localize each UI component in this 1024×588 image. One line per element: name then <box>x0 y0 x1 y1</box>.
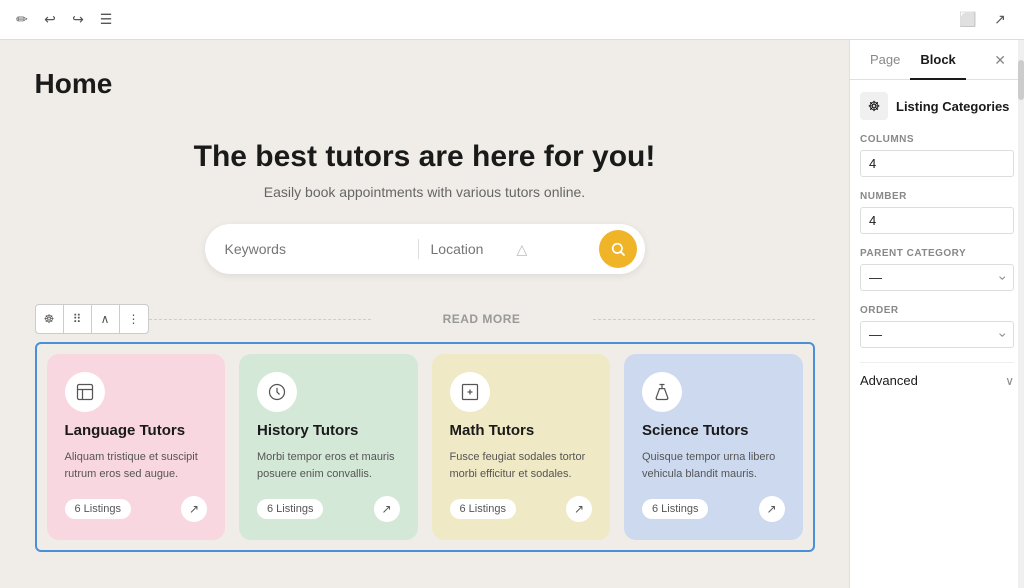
edit-icon[interactable]: ✏ <box>12 10 32 30</box>
search-bar: △ <box>205 224 645 274</box>
advanced-chevron-icon: ∨ <box>1005 374 1014 388</box>
history-card-desc: Morbi tempor eros et mauris posuere enim… <box>257 449 400 482</box>
language-arrow-btn[interactable]: ↗ <box>181 496 207 522</box>
math-card-footer: 6 Listings ↗ <box>450 496 593 522</box>
read-more-label: READ MORE <box>371 312 593 326</box>
science-card-icon <box>642 372 682 412</box>
order-label: ORDER <box>860 305 1014 316</box>
math-card-desc: Fusce feugiat sodales tortor morbi effic… <box>450 449 593 482</box>
order-field-group: ORDER — <box>860 305 1014 348</box>
parent-category-select-wrapper: — <box>860 264 1014 291</box>
number-field-group: NUMBER <box>860 191 1014 234</box>
hero-subtext: Easily book appointments with various tu… <box>35 184 815 200</box>
toolbar: ✏ ↩ ↪ ☰ ⬜ ↗ <box>0 0 1024 40</box>
categories-grid: Language Tutors Aliquam tristique et sus… <box>35 342 815 552</box>
science-card-footer: 6 Listings ↗ <box>642 496 785 522</box>
parent-category-field-group: PARENT CATEGORY — <box>860 248 1014 291</box>
hero-heading: The best tutors are here for you! <box>35 140 815 174</box>
language-card-icon <box>65 372 105 412</box>
math-card-title: Math Tutors <box>450 422 593 439</box>
tab-block[interactable]: Block <box>910 40 965 80</box>
language-card-title: Language Tutors <box>65 422 208 439</box>
category-card-science: Science Tutors Quisque tempor urna liber… <box>624 354 803 540</box>
block-controls: ☸ ⠿ ∧ ⋮ READ MORE <box>35 304 815 334</box>
search-location: △ <box>431 241 599 258</box>
block-drag-btn[interactable]: ⠿ <box>64 305 92 333</box>
language-listings-badge: 6 Listings <box>65 499 131 519</box>
external-link-icon[interactable]: ↗ <box>988 8 1012 32</box>
block-up-btn[interactable]: ∧ <box>92 305 120 333</box>
advanced-label: Advanced <box>860 373 918 388</box>
history-card-title: History Tutors <box>257 422 400 439</box>
location-input[interactable] <box>431 241 511 257</box>
canvas: Home The best tutors are here for you! E… <box>0 40 849 588</box>
toolbar-right: ⬜ ↗ <box>956 8 1012 32</box>
list-icon[interactable]: ☰ <box>96 10 116 30</box>
location-icon: △ <box>517 241 528 258</box>
math-card-icon <box>450 372 490 412</box>
page-title: Home <box>35 68 815 100</box>
category-card-history: History Tutors Morbi tempor eros et maur… <box>239 354 418 540</box>
science-arrow-btn[interactable]: ↗ <box>759 496 785 522</box>
history-card-icon <box>257 372 297 412</box>
number-label: NUMBER <box>860 191 1014 202</box>
science-listings-badge: 6 Listings <box>642 499 708 519</box>
language-card-desc: Aliquam tristique et suscipit rutrum ero… <box>65 449 208 482</box>
parent-category-label: PARENT CATEGORY <box>860 248 1014 259</box>
category-card-language: Language Tutors Aliquam tristique et sus… <box>47 354 226 540</box>
number-input[interactable] <box>860 207 1014 234</box>
science-card-title: Science Tutors <box>642 422 785 439</box>
language-card-footer: 6 Listings ↗ <box>65 496 208 522</box>
right-panel: Page Block ✕ ☸ Listing Categories COLUMN… <box>849 40 1024 588</box>
dotted-line-right <box>593 319 815 320</box>
category-card-math: Math Tutors Fusce feugiat sodales tortor… <box>432 354 611 540</box>
panel-tabs: Page Block ✕ <box>850 40 1024 80</box>
block-ctrl-group: ☸ ⠿ ∧ ⋮ <box>35 304 149 334</box>
math-listings-badge: 6 Listings <box>450 499 516 519</box>
search-button[interactable] <box>599 230 637 268</box>
panel-block-label: Listing Categories <box>896 99 1009 114</box>
panel-content: ☸ Listing Categories COLUMNS NUMBER PARE… <box>850 80 1024 410</box>
order-select-wrapper: — <box>860 321 1014 348</box>
scroll-indicator <box>1018 40 1024 588</box>
main-area: Home The best tutors are here for you! E… <box>0 40 1024 588</box>
science-card-desc: Quisque tempor urna libero vehicula blan… <box>642 449 785 482</box>
history-listings-badge: 6 Listings <box>257 499 323 519</box>
columns-label: COLUMNS <box>860 134 1014 145</box>
keywords-input[interactable] <box>225 241 406 257</box>
tab-page[interactable]: Page <box>860 40 910 80</box>
history-card-footer: 6 Listings ↗ <box>257 496 400 522</box>
undo-icon[interactable]: ↩ <box>40 10 60 30</box>
hero-section: The best tutors are here for you! Easily… <box>35 140 815 274</box>
listing-categories-icon: ☸ <box>860 92 888 120</box>
columns-input[interactable] <box>860 150 1014 177</box>
dotted-line-left <box>149 319 371 320</box>
columns-field-group: COLUMNS <box>860 134 1014 177</box>
scroll-thumb[interactable] <box>1018 60 1024 100</box>
order-select[interactable]: — <box>860 321 1014 348</box>
panel-block-header: ☸ Listing Categories <box>860 92 1014 120</box>
search-divider <box>418 239 419 259</box>
math-arrow-btn[interactable]: ↗ <box>566 496 592 522</box>
advanced-section[interactable]: Advanced ∨ <box>860 362 1014 398</box>
block-icon-btn[interactable]: ☸ <box>36 305 64 333</box>
redo-icon[interactable]: ↪ <box>68 10 88 30</box>
block-more-btn[interactable]: ⋮ <box>120 305 148 333</box>
window-icon[interactable]: ⬜ <box>956 8 980 32</box>
parent-category-select[interactable]: — <box>860 264 1014 291</box>
panel-close-button[interactable]: ✕ <box>986 40 1014 79</box>
history-arrow-btn[interactable]: ↗ <box>374 496 400 522</box>
